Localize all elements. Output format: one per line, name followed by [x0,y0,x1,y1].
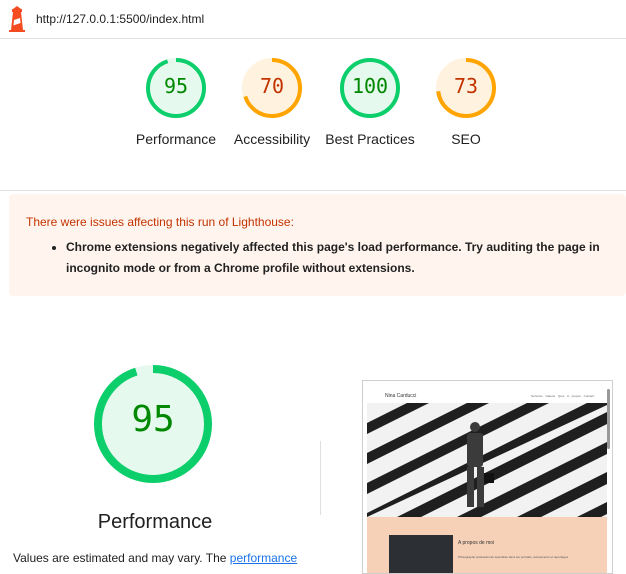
score-gauges: 95 Performance 70 Accessibility 100 Best… [0,38,626,191]
gauge-seo[interactable]: 73 SEO [416,56,516,149]
gauge-score: 100 [351,74,389,98]
gauge-best-practices[interactable]: 100 Best Practices [320,56,420,149]
screenshot-portrait [389,535,453,573]
warning-item: Chrome extensions negatively affected th… [66,237,626,279]
final-screenshot[interactable]: Nina Carducci Services Galerie Quoi A pr… [362,380,613,574]
warning-list: Chrome extensions negatively affected th… [26,237,626,279]
warning-title: There were issues affecting this run of … [26,215,294,229]
page-url[interactable]: http://127.0.0.1:5500/index.html [36,12,204,26]
gauge-score: 95 [163,74,189,98]
performance-link[interactable]: performance [230,551,297,565]
screenshot-about-section: A propos de moi Photographe professionne… [367,517,607,573]
screenshot-brand: Nina Carducci [385,393,417,399]
gauge-label: Best Practices [325,131,415,147]
screenshot-about-text: Photographe professionnel spécialisé dan… [458,555,569,559]
gauge-accessibility[interactable]: 70 Accessibility [222,56,322,149]
lighthouse-icon [9,6,25,32]
gauge-label: Performance [135,131,217,147]
performance-score: 95 [131,399,175,440]
screenshot-about-title: A propos de moi [458,540,495,546]
performance-description: Values are estimated and may vary. The p… [13,549,313,567]
screenshot-hero-image [367,403,607,517]
description-text: Values are estimated and may vary. The [13,551,230,565]
warning-box: There were issues affecting this run of … [9,194,626,296]
divider [320,441,321,515]
gauge-label: Accessibility [233,131,311,147]
screenshot-links: Services Galerie Quoi A propos Contact [531,394,594,398]
top-bar: http://127.0.0.1:5500/index.html [0,0,626,39]
screenshot-scrollbar [607,389,610,449]
gauge-score: 70 [259,74,285,98]
gauge-score: 73 [453,74,479,98]
gauge-performance[interactable]: 95 Performance [126,56,226,149]
gauge-label: SEO [451,131,481,147]
performance-title: Performance [97,511,213,533]
